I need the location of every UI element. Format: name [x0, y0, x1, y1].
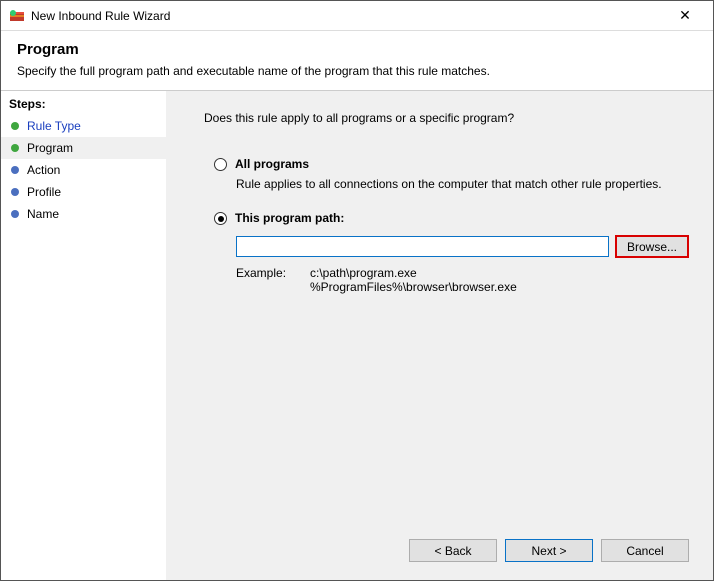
step-name[interactable]: Name	[1, 203, 166, 225]
step-label: Action	[27, 163, 60, 177]
close-button[interactable]: ✕	[665, 2, 705, 30]
wizard-button-row: < Back Next > Cancel	[190, 531, 689, 568]
wizard-window: New Inbound Rule Wizard ✕ Program Specif…	[0, 0, 714, 581]
step-program[interactable]: Program	[1, 137, 166, 159]
content-spacer	[190, 294, 689, 531]
option-all-programs[interactable]: All programs	[214, 157, 689, 171]
titlebar: New Inbound Rule Wizard ✕	[1, 1, 713, 31]
step-label: Rule Type	[27, 119, 81, 133]
radio-this-program-path[interactable]	[214, 212, 227, 225]
question-text: Does this rule apply to all programs or …	[204, 111, 689, 125]
radio-all-programs[interactable]	[214, 158, 227, 171]
close-icon: ✕	[679, 7, 691, 24]
program-path-input[interactable]	[236, 236, 609, 257]
step-bullet-icon	[11, 144, 19, 152]
step-bullet-icon	[11, 122, 19, 130]
step-profile[interactable]: Profile	[1, 181, 166, 203]
page-subtitle: Specify the full program path and execut…	[17, 64, 697, 78]
step-bullet-icon	[11, 166, 19, 174]
example-lines: c:\path\program.exe %ProgramFiles%\brows…	[310, 266, 517, 294]
step-label: Profile	[27, 185, 61, 199]
step-action[interactable]: Action	[1, 159, 166, 181]
next-button[interactable]: Next >	[505, 539, 593, 562]
back-button[interactable]: < Back	[409, 539, 497, 562]
steps-list: Rule Type Program Action Profile Name	[1, 115, 166, 225]
example-label: Example:	[236, 266, 310, 294]
step-label: Name	[27, 207, 59, 221]
step-label: Program	[27, 141, 73, 155]
content-pane: Does this rule apply to all programs or …	[166, 91, 713, 580]
steps-pane: Steps: Rule Type Program Action Profile	[1, 91, 166, 580]
step-bullet-icon	[11, 188, 19, 196]
program-path-row: Browse...	[236, 235, 689, 258]
example-block: Example: c:\path\program.exe %ProgramFil…	[236, 266, 689, 294]
window-title: New Inbound Rule Wizard	[31, 9, 665, 23]
steps-heading: Steps:	[1, 91, 166, 115]
firewall-icon	[9, 8, 25, 24]
page-title: Program	[17, 41, 697, 58]
wizard-body: Steps: Rule Type Program Action Profile	[1, 91, 713, 580]
cancel-button[interactable]: Cancel	[601, 539, 689, 562]
option-all-desc: Rule applies to all connections on the c…	[236, 177, 689, 191]
option-all-label: All programs	[235, 157, 309, 171]
option-this-program-path[interactable]: This program path:	[214, 211, 689, 225]
step-bullet-icon	[11, 210, 19, 218]
browse-button[interactable]: Browse...	[615, 235, 689, 258]
wizard-header: Program Specify the full program path an…	[1, 31, 713, 91]
option-path-label: This program path:	[235, 211, 344, 225]
step-rule-type[interactable]: Rule Type	[1, 115, 166, 137]
